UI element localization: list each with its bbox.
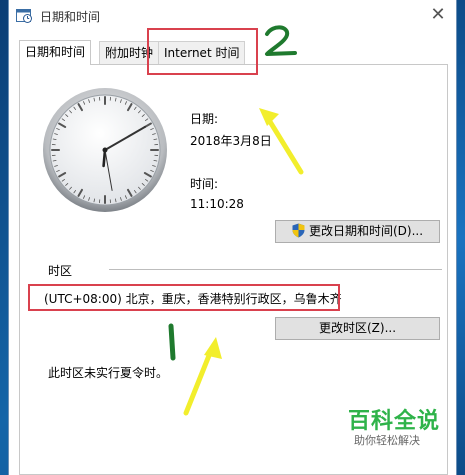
change-timezone-button[interactable]: 更改时区(Z)... bbox=[275, 317, 440, 340]
change-date-time-button[interactable]: 更改日期和时间(D)... bbox=[275, 220, 440, 243]
button-label: 更改日期和时间(D)... bbox=[308, 224, 424, 238]
arrow-to-timezone bbox=[183, 337, 222, 416]
watermark-logo: 百科全说 bbox=[348, 409, 441, 434]
button-label: 更改时区(Z)... bbox=[318, 321, 397, 335]
close-icon: ✕ bbox=[430, 4, 446, 25]
window-title: 日期和时间 bbox=[40, 10, 101, 24]
uac-shield-icon bbox=[292, 223, 305, 238]
tab-date-time[interactable]: 日期和时间 bbox=[19, 40, 92, 65]
highlight-box-internet-tab bbox=[147, 28, 258, 75]
tab-label: 附加时钟 bbox=[105, 46, 154, 60]
annotation-number-2 bbox=[265, 25, 297, 56]
desktop-background bbox=[457, 0, 465, 475]
watermark-tagline: 助你轻松解决 bbox=[354, 434, 420, 447]
dst-note: 此时区未实行夏令时。 bbox=[48, 366, 169, 380]
date-time-dialog: 日期和时间 ✕ 日期和时间 附加时钟 Internet 时间 日期: 2018年… bbox=[8, 0, 457, 475]
arrow-to-internet-tab bbox=[259, 108, 304, 175]
close-button[interactable]: ✕ bbox=[424, 2, 452, 28]
group-divider bbox=[109, 269, 442, 270]
timezone-group-label: 时区 bbox=[48, 264, 73, 278]
calendar-clock-icon bbox=[16, 9, 32, 23]
time-value: 11:10:28 bbox=[190, 197, 244, 211]
analog-clock bbox=[43, 88, 167, 212]
date-label: 日期: bbox=[190, 112, 219, 126]
time-label: 时间: bbox=[190, 177, 219, 191]
tab-label: 日期和时间 bbox=[25, 45, 86, 59]
highlight-box-timezone bbox=[28, 284, 340, 311]
